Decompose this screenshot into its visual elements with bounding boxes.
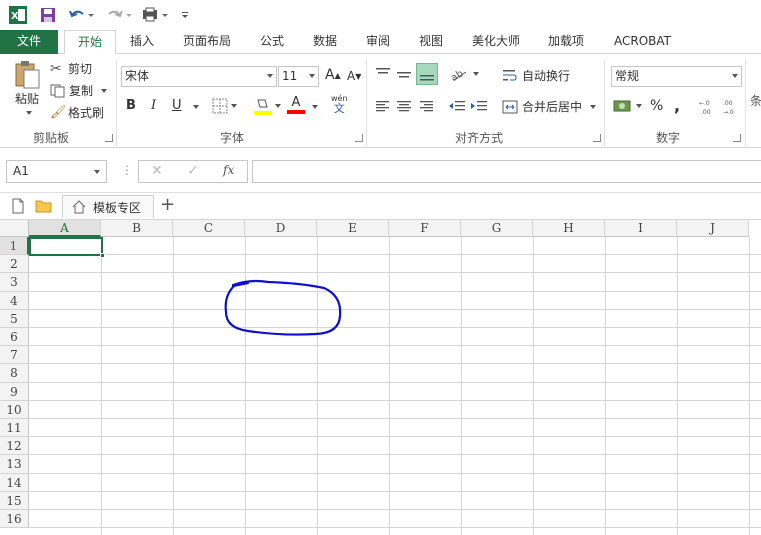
excel-window: X 文件 开始 插入 页面布局 公式 数据 审阅 视图 美化大师 加载项 ACR…	[0, 0, 761, 535]
ink-circle-drawing	[224, 279, 342, 336]
